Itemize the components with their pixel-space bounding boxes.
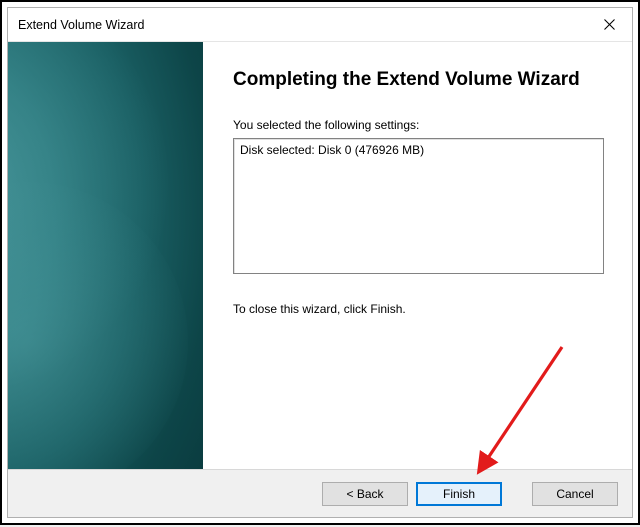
main-pane: Completing the Extend Volume Wizard You …	[203, 42, 632, 469]
close-instruction: To close this wizard, click Finish.	[233, 302, 604, 316]
titlebar: Extend Volume Wizard	[8, 8, 632, 42]
close-button[interactable]	[587, 8, 632, 41]
finish-button[interactable]: Finish	[416, 482, 502, 506]
window-title: Extend Volume Wizard	[18, 18, 144, 32]
page-heading: Completing the Extend Volume Wizard	[233, 68, 604, 92]
content-area: Completing the Extend Volume Wizard You …	[8, 42, 632, 469]
settings-listbox[interactable]: Disk selected: Disk 0 (476926 MB)	[233, 138, 604, 274]
settings-label: You selected the following settings:	[233, 118, 604, 132]
screenshot-frame: Extend Volume Wizard Completing the Exte…	[0, 0, 640, 525]
back-button[interactable]: < Back	[322, 482, 408, 506]
cancel-button[interactable]: Cancel	[532, 482, 618, 506]
wizard-sidebar-graphic	[8, 42, 203, 469]
close-icon	[604, 19, 615, 30]
wizard-window: Extend Volume Wizard Completing the Exte…	[7, 7, 633, 518]
button-bar: < Back Finish Cancel	[8, 469, 632, 517]
settings-line: Disk selected: Disk 0 (476926 MB)	[240, 142, 597, 159]
